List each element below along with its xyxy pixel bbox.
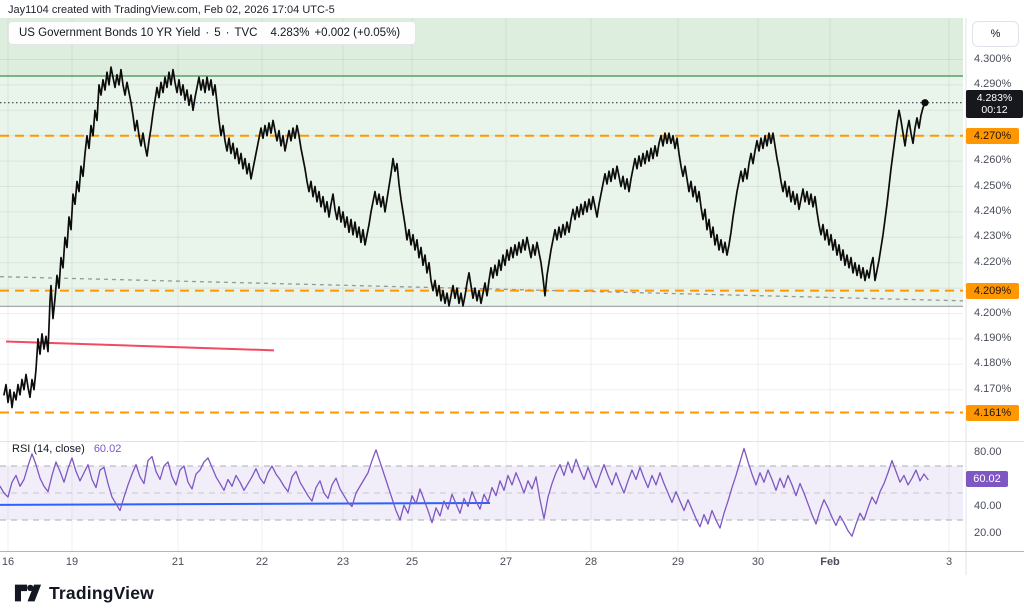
percent-axis-button[interactable]: %	[972, 21, 1019, 47]
price-axis-label: 4.240%	[974, 205, 1011, 217]
legend-last-value: 4.283%	[270, 27, 309, 39]
time-axis-label: 22	[256, 556, 268, 568]
price-axis-label: 4.300%	[974, 53, 1011, 65]
legend-separator: ·	[205, 27, 209, 39]
last-price-value: 4.283%	[977, 92, 1013, 104]
price-axis-label: 4.180%	[974, 357, 1011, 369]
time-axis-label: 19	[66, 556, 78, 568]
time-axis-label: 28	[585, 556, 597, 568]
time-axis-label: 21	[172, 556, 184, 568]
legend-change-value: +0.002 (+0.05%)	[314, 27, 400, 39]
price-axis-label: 4.230%	[974, 230, 1011, 242]
price-axis-label: 4.200%	[974, 307, 1011, 319]
symbol-legend[interactable]: US Government Bonds 10 YR Yield · 5 · TV…	[8, 21, 416, 45]
time-axis-label: 3	[946, 556, 952, 568]
legend-separator: ·	[226, 27, 230, 39]
price-axis-label: 4.250%	[974, 180, 1011, 192]
rsi-value-badge: 60.02	[966, 471, 1008, 487]
rsi-axis-label: 80.00	[974, 446, 1002, 458]
tradingview-logo-icon	[14, 582, 42, 604]
price-axis-label: 4.190%	[974, 332, 1011, 344]
time-axis-label: 27	[500, 556, 512, 568]
time-axis-label: 25	[406, 556, 418, 568]
level-badge-4270: 4.270%	[966, 128, 1019, 144]
rsi-legend[interactable]: RSI (14, close) 60.02	[12, 443, 121, 455]
time-axis-label: Feb	[820, 556, 840, 568]
tradingview-chart-window: Jay1104 created with TradingView.com, Fe…	[0, 0, 1024, 612]
price-axis-label: 4.290%	[974, 78, 1011, 90]
legend-symbol-label: US Government Bonds 10 YR Yield	[19, 27, 200, 39]
time-axis-label: 16	[2, 556, 14, 568]
level-badge-4209: 4.209%	[966, 283, 1019, 299]
tradingview-brand-text: TradingView	[49, 583, 154, 604]
time-axis-label: 23	[337, 556, 349, 568]
price-axis-label: 4.260%	[974, 154, 1011, 166]
rsi-value: 60.02	[94, 443, 122, 455]
rsi-label: RSI (14, close)	[12, 443, 85, 455]
price-axis-label: 4.220%	[974, 256, 1011, 268]
time-axis-label: 29	[672, 556, 684, 568]
level-badge-4161: 4.161%	[966, 405, 1019, 421]
rsi-axis-label: 20.00	[974, 527, 1002, 539]
rsi-axis-label: 40.00	[974, 500, 1002, 512]
chart-canvas[interactable]	[0, 0, 1024, 612]
last-price-badge: 4.283% 00:12	[966, 90, 1023, 118]
price-axis-label: 4.170%	[974, 383, 1011, 395]
attribution-text: Jay1104 created with TradingView.com, Fe…	[8, 4, 335, 16]
last-price-dot	[921, 99, 928, 106]
legend-interval-label: 5	[214, 27, 220, 39]
legend-exchange-label: TVC	[234, 27, 257, 39]
bar-countdown: 00:12	[981, 104, 1007, 116]
tradingview-footer[interactable]: TradingView	[14, 582, 154, 604]
time-axis-label: 30	[752, 556, 764, 568]
